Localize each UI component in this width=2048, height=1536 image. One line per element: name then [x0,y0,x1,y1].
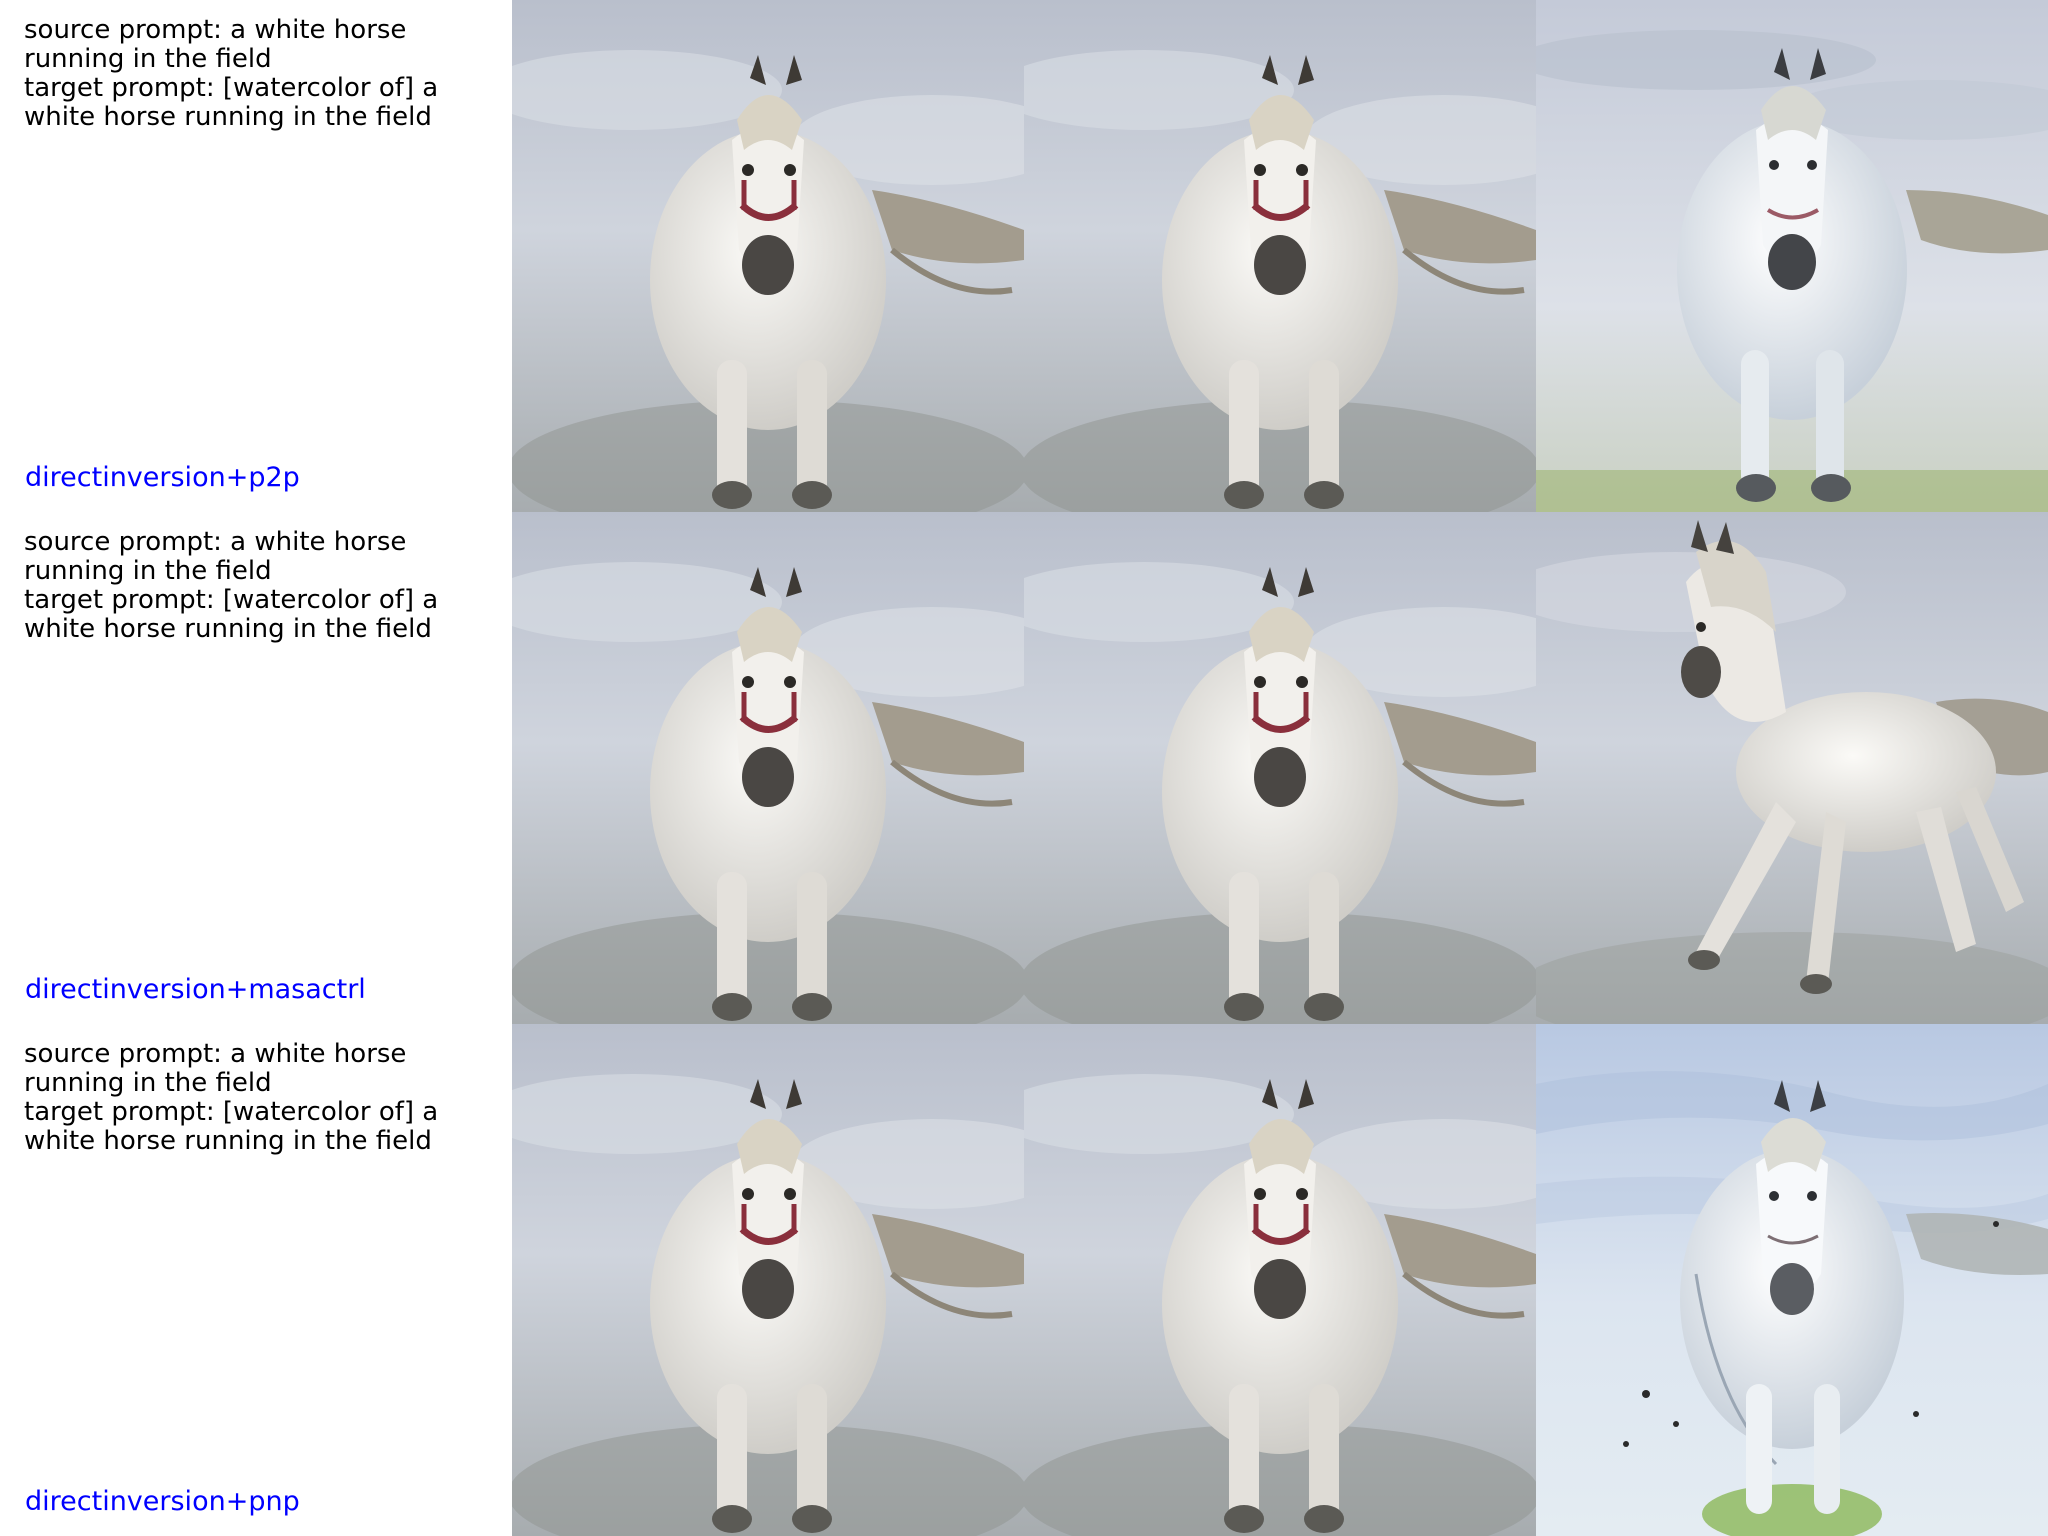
source-prompt: source prompt: a white horse running in … [24,15,415,74]
method-name: directinversion+masactrl [25,974,366,1005]
horse-watercolor-front-light [1536,1024,2048,1536]
reconstruction-image [1024,0,1536,512]
prompt-block: source prompt: a white horse running in … [24,528,504,644]
reconstruction-image [1024,1024,1536,1536]
horse-photo-front [512,0,1024,512]
row-label-p2p: source prompt: a white horse running in … [0,0,512,512]
reconstruction-image [1024,512,1536,1024]
horse-photo-galloping [1536,512,2048,1024]
horse-watercolor-front [1536,0,2048,512]
horse-photo-front [1024,512,1536,1024]
edited-image [1536,0,2048,512]
target-prompt: target prompt: [watercolor of] a white h… [24,1097,447,1156]
horse-photo-front [1024,0,1536,512]
horse-photo-front [512,1024,1024,1536]
source-image [512,1024,1024,1536]
row-label-pnp: source prompt: a white horse running in … [0,1024,512,1536]
source-image [512,512,1024,1024]
edited-image [1536,512,2048,1024]
horse-photo-front [512,512,1024,1024]
comparison-grid: source prompt: a white horse running in … [0,0,2048,1536]
target-prompt: target prompt: [watercolor of] a white h… [24,585,447,644]
method-name: directinversion+p2p [25,462,300,493]
row-label-masactrl: source prompt: a white horse running in … [0,512,512,1024]
prompt-block: source prompt: a white horse running in … [24,16,504,132]
prompt-block: source prompt: a white horse running in … [24,1040,504,1156]
method-name: directinversion+pnp [25,1486,300,1517]
source-prompt: source prompt: a white horse running in … [24,1039,415,1098]
source-prompt: source prompt: a white horse running in … [24,527,415,586]
target-prompt: target prompt: [watercolor of] a white h… [24,73,447,132]
edited-image [1536,1024,2048,1536]
source-image [512,0,1024,512]
horse-photo-front [1024,1024,1536,1536]
